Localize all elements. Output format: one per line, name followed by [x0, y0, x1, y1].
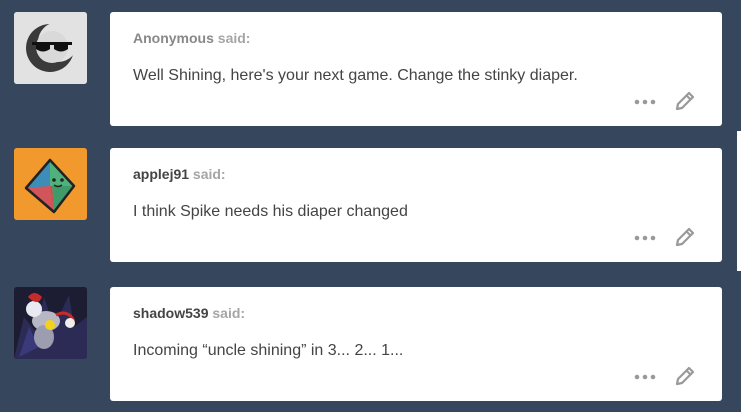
post-card-2: applej91 said: I think Spike needs his d…: [110, 148, 722, 262]
post-card-3: shadow539 said: Incoming “uncle shining”…: [110, 287, 722, 401]
username[interactable]: shadow539: [133, 305, 208, 321]
username[interactable]: Anonymous: [133, 30, 214, 46]
post-message: Well Shining, here's your next game. Cha…: [133, 67, 578, 84]
more-dots-icon[interactable]: [633, 97, 657, 107]
post-header: shadow539 said:: [133, 305, 245, 321]
post-card-1: Anonymous said: Well Shining, here's you…: [110, 12, 722, 126]
pencil-icon[interactable]: [673, 225, 697, 249]
said-label: said:: [217, 30, 251, 46]
colored-diamond-icon: [14, 148, 87, 220]
said-label: said:: [192, 166, 226, 182]
post-message: I think Spike needs his diaper changed: [133, 203, 408, 220]
more-dots-icon[interactable]: [633, 233, 657, 243]
username[interactable]: applej91: [133, 166, 189, 182]
more-dots-icon[interactable]: [633, 372, 657, 382]
shadow539-avatar[interactable]: [14, 287, 87, 359]
said-label: said:: [212, 305, 246, 321]
post-header: applej91 said:: [133, 166, 226, 182]
pencil-icon[interactable]: [673, 89, 697, 113]
applej91-avatar[interactable]: [14, 148, 87, 220]
scroll-edge-strip: [737, 131, 741, 271]
sunglasses-moon-icon: [14, 12, 87, 84]
character-art-icon: [14, 287, 87, 359]
post-header: Anonymous said:: [133, 30, 250, 46]
post-message: Incoming “uncle shining” in 3... 2... 1.…: [133, 342, 404, 359]
anonymous-avatar[interactable]: [14, 12, 87, 84]
pencil-icon[interactable]: [673, 364, 697, 388]
